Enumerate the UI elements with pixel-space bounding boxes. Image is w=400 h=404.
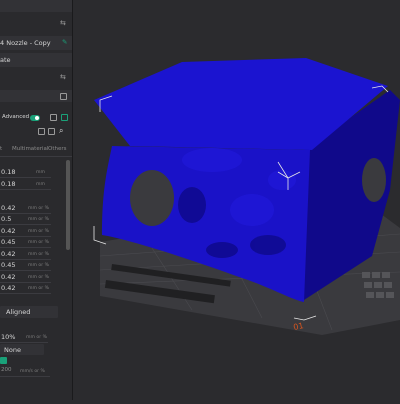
line-width-field-support[interactable]: 0.42 mm or % — [0, 283, 51, 294]
line-width-support-value[interactable]: 0.42 — [1, 284, 15, 292]
grid-icon[interactable] — [38, 128, 45, 135]
speed-unit: mm/s or % — [20, 369, 45, 374]
model-hole-right — [362, 158, 386, 202]
line-width-outer-wall-value[interactable]: 0.42 — [1, 227, 15, 235]
layer-height-field[interactable]: 0.18 mm — [0, 167, 51, 178]
line-width-sparse-infill-unit: mm or % — [28, 263, 49, 268]
model-hole-left — [130, 170, 174, 226]
settings-sidebar: ⇆ 4 Nozzle - Copy ✎ ate ⇆ Advanced ⌕ t M… — [0, 0, 73, 400]
list-icon[interactable] — [50, 114, 57, 121]
line-width-default-value[interactable]: 0.42 — [1, 204, 15, 212]
scene-canvas[interactable]: 01 — [72, 0, 400, 400]
line-width-inner-wall-value[interactable]: 0.45 — [1, 238, 15, 246]
sidebar-scrollbar[interactable] — [66, 160, 70, 250]
line-width-field-inner-wall[interactable]: 0.45 mm or % — [0, 237, 51, 248]
tab-divider — [0, 156, 72, 157]
seam-position-value[interactable]: Aligned — [6, 308, 30, 316]
line-width-field-top-surface[interactable]: 0.42 mm or % — [0, 249, 51, 260]
line-width-default-unit: mm or % — [28, 206, 49, 211]
infill-density-unit: mm or % — [26, 335, 47, 340]
first-layer-height-unit: mm — [36, 182, 45, 187]
layer-height-unit: mm — [36, 170, 45, 175]
ironing-type-dropdown[interactable]: None — [0, 344, 44, 355]
ironing-type-value[interactable]: None — [4, 346, 21, 354]
first-layer-height-field[interactable]: 0.18 mm — [0, 179, 51, 190]
advanced-toggle[interactable] — [30, 115, 40, 121]
sidebar-header-bar — [0, 0, 72, 12]
printer-preset-name[interactable]: 4 Nozzle - Copy — [0, 39, 51, 47]
advanced-label: Advanced — [2, 114, 30, 120]
save-preset-icon[interactable]: ✎ — [62, 38, 67, 46]
line-width-field-first-layer[interactable]: 0.5 mm or % — [0, 214, 51, 225]
line-width-outer-wall-unit: mm or % — [28, 229, 49, 234]
sliders-icon[interactable]: ⇆ — [60, 20, 67, 27]
line-width-top-surface-value[interactable]: 0.42 — [1, 250, 15, 258]
line-width-field-outer-wall[interactable]: 0.42 mm or % — [0, 226, 51, 237]
line-width-first-layer-unit: mm or % — [28, 217, 49, 222]
3d-viewport[interactable]: 01 — [72, 0, 400, 400]
line-width-internal-solid-value[interactable]: 0.42 — [1, 273, 15, 281]
enable-checkbox[interactable] — [0, 357, 7, 364]
tab-partial[interactable]: t — [0, 146, 2, 152]
line-width-sparse-infill-value[interactable]: 0.45 — [1, 261, 15, 269]
infill-density-value[interactable]: 10% — [1, 333, 15, 341]
speed-value[interactable]: 200 — [1, 367, 12, 373]
line-width-inner-wall-unit: mm or % — [28, 240, 49, 245]
line-width-top-surface-unit: mm or % — [28, 252, 49, 257]
line-width-field-sparse-infill[interactable]: 0.45 mm or % — [0, 260, 51, 271]
layer-height-value[interactable]: 0.18 — [1, 168, 15, 176]
first-layer-height-value[interactable]: 0.18 — [1, 180, 15, 188]
tab-others[interactable]: Others — [48, 146, 66, 152]
tab-multimaterial[interactable]: Multimaterial — [12, 146, 48, 152]
sliders-icon-2[interactable]: ⇆ — [60, 74, 67, 81]
filament-preset-name[interactable]: ate — [0, 56, 11, 64]
plate-symbols — [362, 272, 394, 298]
line-width-field-default[interactable]: 0.42 mm or % — [0, 203, 51, 214]
line-width-first-layer-value[interactable]: 0.5 — [1, 215, 11, 223]
line-width-support-unit: mm or % — [28, 286, 49, 291]
infill-density-field[interactable]: 10% mm or % — [0, 332, 48, 343]
line-width-field-internal-solid[interactable]: 0.42 mm or % — [0, 272, 51, 283]
line-width-internal-solid-unit: mm or % — [28, 275, 49, 280]
search-icon[interactable]: ⌕ — [59, 126, 63, 136]
speed-field[interactable]: 200 mm/s or % — [0, 366, 50, 377]
compare-icon[interactable] — [61, 114, 68, 121]
edit-preset-icon[interactable] — [60, 93, 67, 100]
table-icon[interactable] — [48, 128, 55, 135]
seam-position-dropdown[interactable]: Aligned — [0, 306, 58, 318]
